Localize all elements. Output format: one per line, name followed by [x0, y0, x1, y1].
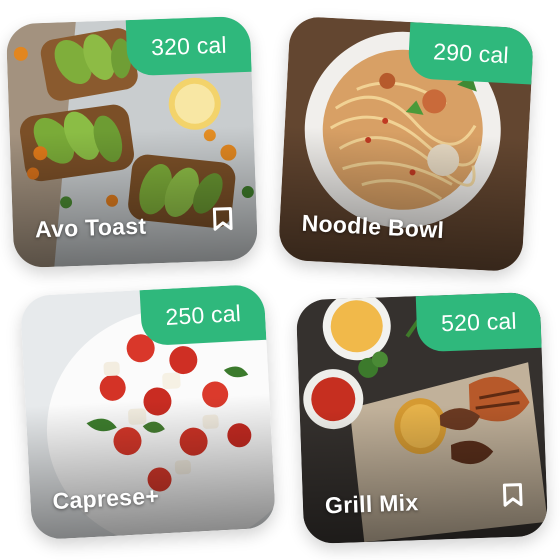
recipe-card-caprese[interactable]: 250 cal Caprese+ — [19, 283, 277, 541]
card-title: Grill Mix — [324, 489, 419, 519]
card-shade — [9, 125, 259, 269]
calorie-badge: 320 cal — [126, 15, 252, 77]
calorie-badge: 290 cal — [407, 22, 535, 85]
card-shade — [299, 401, 549, 545]
recipe-card-noodle-bowl[interactable]: 290 cal Noodle Bowl — [277, 15, 535, 273]
recipe-card-avo-toast[interactable]: 320 cal Avo Toast — [5, 15, 259, 269]
bookmark-icon[interactable] — [212, 207, 233, 232]
calorie-badge: 250 cal — [140, 283, 267, 347]
card-title: Avo Toast — [34, 212, 147, 243]
calorie-badge: 520 cal — [416, 291, 542, 353]
bookmark-icon[interactable] — [502, 483, 523, 508]
card-shade — [25, 393, 277, 541]
card-shade — [277, 125, 529, 273]
recipe-card-grill-mix[interactable]: 520 cal Grill Mix — [295, 291, 549, 545]
recipe-card-grid: 320 cal Avo Toast 290 cal Noodle Bowl 25… — [0, 0, 560, 560]
card-title: Caprese+ — [51, 482, 160, 515]
